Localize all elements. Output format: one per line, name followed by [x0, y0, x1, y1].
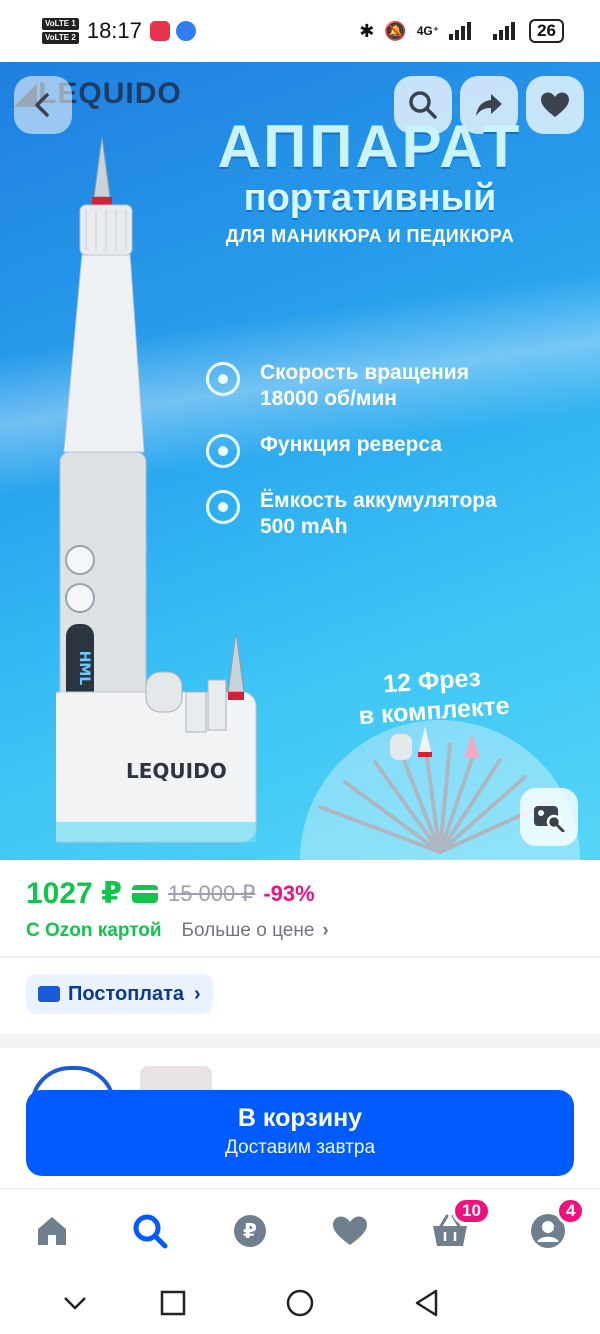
nav-search[interactable]	[130, 1211, 170, 1251]
wallet-icon	[38, 986, 60, 1002]
add-to-cart-button[interactable]: В корзину Доставим завтра	[26, 1090, 574, 1176]
network-type: 4G⁺	[416, 24, 440, 38]
nav-profile[interactable]: 4	[528, 1197, 586, 1251]
ozon-card-icon	[131, 884, 158, 903]
cart-badge: 10	[452, 1197, 491, 1225]
nav-finance[interactable]: ₽	[230, 1211, 270, 1251]
heart-icon	[333, 1216, 367, 1245]
status-bar: VoLTE 1 VoLTE 2 18:17 ✱ 🔕 4G⁺ 26	[0, 0, 600, 62]
triangle-back-icon	[415, 1289, 438, 1317]
back-button[interactable]	[14, 76, 72, 134]
system-hide-button[interactable]	[60, 1288, 90, 1318]
ozon-card-label: С Ozon картой	[26, 920, 162, 941]
system-nav-bar	[0, 1272, 600, 1334]
add-to-cart-label: В корзину	[237, 1104, 363, 1132]
notification-app-icon	[149, 21, 170, 41]
clock: 18:17	[86, 18, 142, 43]
nav-home[interactable]	[32, 1211, 72, 1251]
battery-indicator: 26	[529, 19, 564, 43]
postpay-label: Постоплата	[68, 982, 185, 1005]
discount-badge: -93%	[263, 880, 315, 906]
old-price: 15 000 ₽	[167, 880, 256, 906]
svg-text:₽: ₽	[243, 1219, 257, 1243]
signal-2-icon	[493, 22, 516, 40]
signal-icon	[449, 22, 472, 40]
postpay-section: Постоплата ›	[0, 958, 600, 1034]
manicure-device-illustration: HML LEQUIDO	[56, 136, 257, 843]
status-icons: ✱ 🔕 4G⁺ 26	[359, 19, 564, 43]
system-back-button[interactable]	[412, 1288, 442, 1318]
nav-favorites[interactable]	[330, 1211, 370, 1251]
chevron-right-icon: ›	[322, 920, 329, 941]
current-price: 1027 ₽	[26, 877, 122, 910]
volte-1: VoLTE 1	[42, 18, 79, 30]
postpay-chip[interactable]: Постоплата ›	[26, 974, 213, 1014]
price-row: 1027 ₽ 15 000 ₽ -93%	[26, 876, 315, 911]
square-icon	[160, 1290, 186, 1316]
product-page: VoLTE 1 VoLTE 2 18:17 ✱ 🔕 4G⁺ 26 ◢LEQUID…	[0, 0, 600, 1334]
delivery-label: Доставим завтра	[224, 1137, 376, 1158]
image-search-icon	[534, 806, 565, 832]
speed-letters: HML	[76, 651, 92, 686]
more-about-price-link[interactable]: Больше о цене	[182, 920, 315, 942]
notification-shield-icon	[175, 21, 196, 41]
image-search-button[interactable]	[520, 788, 578, 846]
nav-cart[interactable]: 10	[430, 1197, 491, 1251]
system-home-button[interactable]	[285, 1288, 315, 1318]
circle-icon	[286, 1289, 314, 1317]
volte-2: VoLTE 2	[42, 32, 79, 44]
mute-icon: 🔕	[384, 20, 407, 41]
search-icon	[133, 1214, 168, 1249]
bluetooth-icon: ✱	[359, 20, 375, 41]
product-image[interactable]: ◢LEQUIDO АППАРАТ портативный ДЛЯ МАНИКЮР…	[0, 62, 600, 860]
price-block: 1027 ₽ 15 000 ₽ -93% С Ozon картой Больш…	[0, 860, 600, 958]
chevron-right-icon: ›	[194, 982, 201, 1005]
base-brand-text: LEQUIDO	[126, 759, 227, 783]
system-recents-button[interactable]	[158, 1288, 188, 1318]
section-gap	[0, 1034, 600, 1048]
chevron-down-icon	[64, 1297, 86, 1310]
home-icon	[38, 1217, 66, 1245]
back-arrow-icon	[35, 93, 49, 117]
profile-badge: 4	[556, 1197, 586, 1225]
bottom-nav: ₽ 10 4	[0, 1188, 600, 1272]
volte-indicators: VoLTE 1 VoLTE 2	[42, 18, 79, 44]
price-details-row[interactable]: С Ozon картой Больше о цене ›	[26, 920, 329, 942]
ruble-icon: ₽	[234, 1215, 266, 1247]
